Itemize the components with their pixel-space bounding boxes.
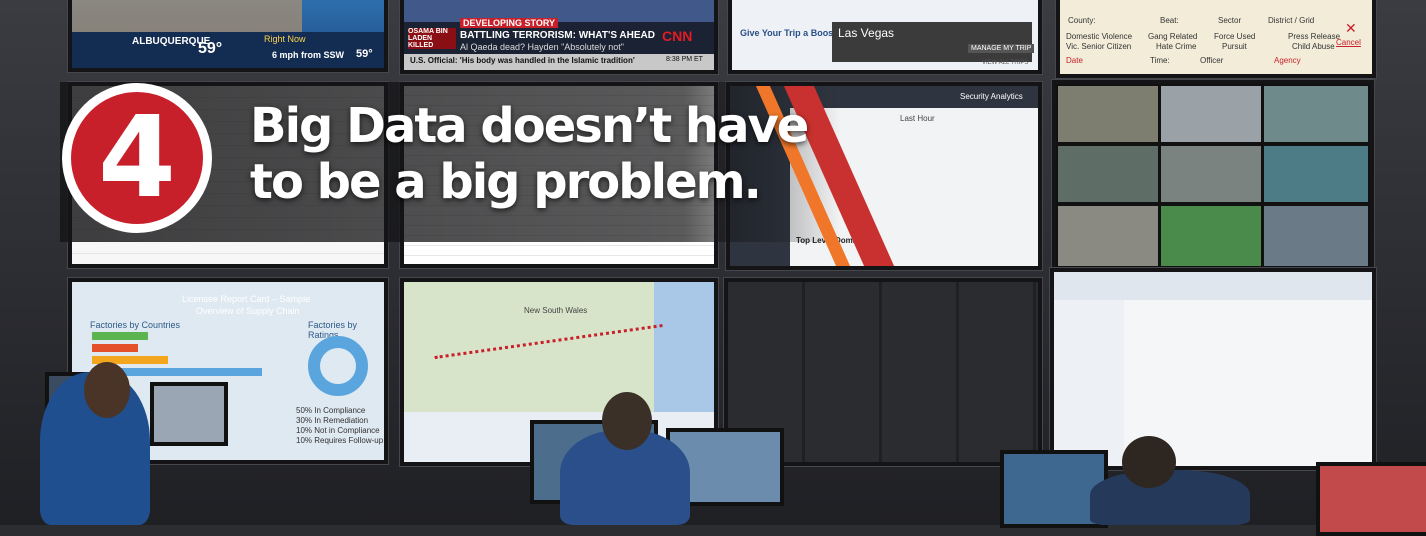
form-cancel-button[interactable]: Cancel [1336, 38, 1361, 47]
travel-boost: Give Your Trip a Boost [740, 28, 837, 38]
news-side: OSAMA BIN LADEN KILLED [408, 28, 456, 49]
form-time: Time: [1150, 56, 1170, 65]
report-legend-3: 10% Not in Compliance [296, 426, 380, 435]
operator-center-head [602, 392, 652, 450]
form-date: Date [1066, 56, 1083, 65]
number-badge: 4 [71, 92, 203, 224]
headline: Big Data doesn’t have to be a big proble… [250, 98, 809, 210]
form-officer: Officer [1200, 56, 1224, 65]
form-sector: Sector [1218, 16, 1242, 25]
report-legend-4: 10% Requires Follow-up [296, 436, 384, 445]
form-check-child[interactable]: Child Abuse [1292, 42, 1335, 51]
map-region-label: New South Wales [524, 306, 588, 315]
travel-manage-button[interactable]: MANAGE MY TRIP [968, 44, 1035, 53]
form-check-press[interactable]: Press Release [1288, 32, 1340, 41]
form-district: District / Grid [1268, 16, 1315, 25]
news-logo: CNN [662, 28, 693, 44]
camera-grid-screen [1052, 80, 1374, 272]
news-tag: DEVELOPING STORY [460, 18, 559, 28]
report-subtitle: Overview of Supply Chain [196, 306, 300, 316]
headline-line-1: Big Data doesn’t have [250, 98, 809, 154]
incident-form-screen: County: Beat: Sector District / Grid Dom… [1056, 0, 1376, 78]
operator-left-head [84, 362, 130, 418]
operator-right-head [1122, 436, 1176, 488]
form-check-pursuit[interactable]: Pursuit [1222, 42, 1247, 51]
news-breaking: U.S. Official: 'His body was handled in … [410, 56, 635, 65]
form-check-force[interactable]: Force Used [1214, 32, 1255, 41]
form-agency: Agency [1274, 56, 1301, 65]
form-check-gang[interactable]: Gang Related [1148, 32, 1197, 41]
weather-feels-value: 59° [356, 48, 373, 60]
form-beat: Beat: [1160, 16, 1179, 25]
report-left-head: Factories by Countries [90, 320, 181, 330]
report-legend-2: 30% In Remediation [296, 416, 369, 425]
form-check-senior[interactable]: Vic. Senior Citizen [1066, 42, 1131, 51]
form-check-dv[interactable]: Domestic Violence [1066, 32, 1132, 41]
travel-screen: Give Your Trip a Boost Las Vegas MANAGE … [728, 0, 1042, 74]
headline-line-2: to be a big problem. [250, 154, 762, 210]
weather-right-now: Right Now [264, 34, 306, 44]
form-check-hate[interactable]: Hate Crime [1156, 42, 1196, 51]
security-range: Last Hour [900, 114, 935, 123]
security-title: Security Analytics [960, 92, 1023, 101]
weather-wind: 6 mph from SSW [272, 50, 345, 60]
close-icon[interactable]: ✕ [1345, 20, 1357, 37]
weather-screen: ALBUQUERQUE 59° Right Now 6 mph from SSW… [68, 0, 388, 72]
report-title: Licensee Report Card – Sample [182, 294, 311, 304]
news-time: 8:38 PM ET [666, 56, 703, 63]
weather-temp: 59° [198, 40, 223, 57]
email-client-screen [1050, 268, 1376, 470]
report-legend-1: 50% In Compliance [296, 406, 366, 415]
desk-monitor-2 [150, 382, 228, 446]
news-headline: BATTLING TERRORISM: WHAT'S AHEAD [460, 30, 655, 41]
form-county: County: [1068, 16, 1096, 25]
news-subheadline: Al Qaeda dead? Hayden "Absolutely not" [460, 42, 624, 52]
travel-destination: Las Vegas [838, 26, 895, 40]
news-screen: DEVELOPING STORY BATTLING TERRORISM: WHA… [400, 0, 718, 74]
travel-view-all[interactable]: VIEW ALL TRIPS [982, 60, 1028, 66]
